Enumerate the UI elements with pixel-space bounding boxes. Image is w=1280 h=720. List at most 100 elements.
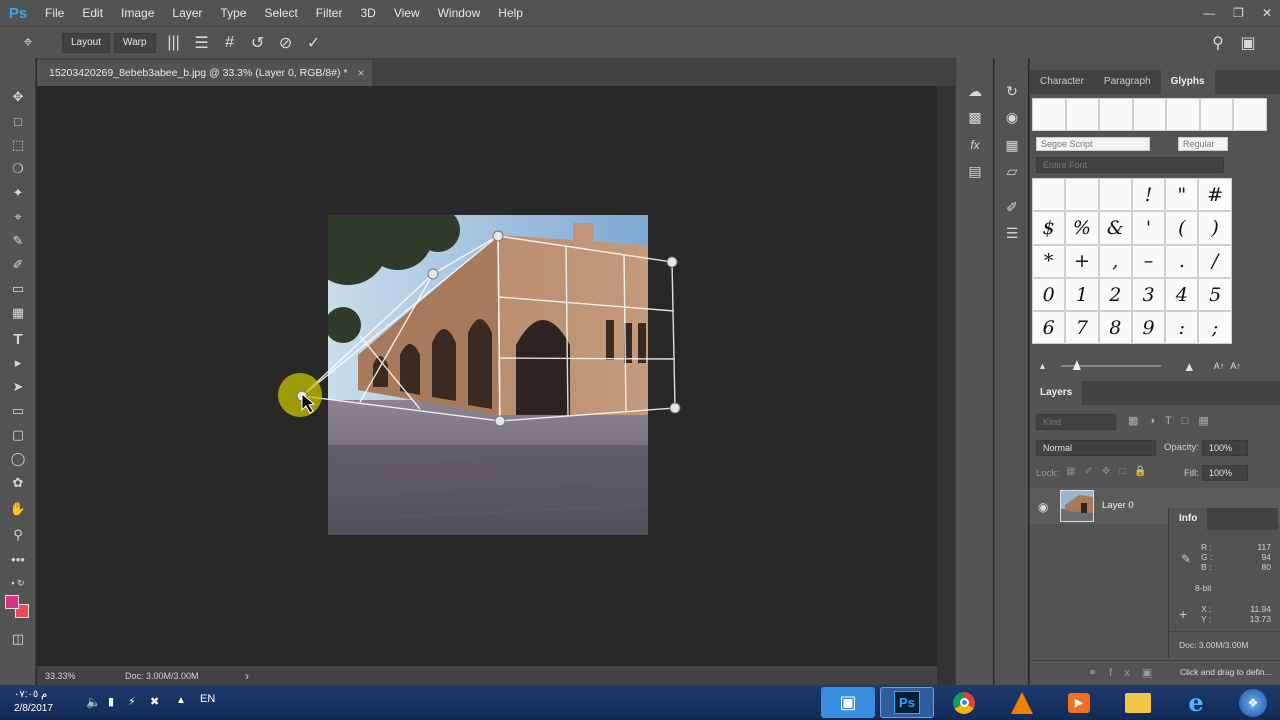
recent-glyph-slot[interactable] — [1065, 98, 1099, 132]
opacity-field[interactable]: 100% — [1202, 440, 1248, 456]
glyph-cell[interactable]: 7 — [1065, 311, 1099, 345]
layer-filter-icons[interactable]: ▩◑T□▦ — [1128, 414, 1219, 427]
recent-glyph-slot[interactable] — [1166, 98, 1200, 132]
glyph-option-icon[interactable]: A↑ — [1230, 361, 1241, 371]
glyph-cell[interactable]: ; — [1198, 311, 1232, 345]
clock[interactable]: م ٠٧:٠٥ 2/8/2017 — [14, 688, 53, 716]
signal-icon[interactable]: ▮ — [108, 695, 114, 708]
eyedropper-readout-icon: ✎ — [1181, 552, 1192, 566]
glyph-cell[interactable]: * — [1032, 244, 1066, 278]
foreground-color-swatch[interactable] — [5, 595, 19, 609]
perspective-handle[interactable] — [494, 415, 506, 427]
swatches-icon[interactable]: ▦ — [1000, 134, 1024, 156]
glyph-cell[interactable]: ! — [1131, 178, 1166, 212]
glyph-cell[interactable] — [1098, 178, 1132, 212]
taskbar-vlc[interactable] — [995, 687, 1049, 718]
glyph-cell[interactable]: : — [1165, 311, 1199, 345]
blend-mode-select[interactable]: Normal — [1036, 440, 1156, 456]
glyph-cell[interactable]: # — [1198, 178, 1232, 212]
glyph-cell[interactable]: – — [1131, 244, 1166, 278]
glyph-cell[interactable]: $ — [1032, 211, 1066, 245]
fill-field[interactable]: 100% — [1202, 465, 1248, 481]
power-icon[interactable]: ⚡ — [128, 695, 136, 708]
volume-icon[interactable]: 🔈 — [86, 695, 101, 709]
restore-icon[interactable]: ❐ — [1233, 6, 1244, 20]
glyph-cell[interactable]: , — [1098, 244, 1132, 278]
libraries-icon[interactable]: ☁ — [963, 80, 987, 102]
brush-presets-icon[interactable]: ✐ — [1000, 196, 1024, 218]
glyph-cell[interactable]: 0 — [1032, 277, 1066, 312]
glyph-cell[interactable]: ) — [1198, 211, 1232, 245]
workspace-icon[interactable]: ▣ — [1234, 32, 1262, 54]
color-icon[interactable]: ◉ — [1000, 106, 1024, 128]
font-style-field[interactable]: Regular — [1178, 137, 1228, 151]
language-indicator[interactable]: EN — [200, 693, 215, 705]
slider-thumb[interactable] — [1072, 360, 1081, 370]
taskbar-chrome[interactable] — [937, 687, 991, 718]
layer-filter-kind[interactable]: Kind — [1036, 414, 1116, 430]
status-arrow-icon[interactable]: › — [245, 669, 249, 683]
tray-expand-icon[interactable]: ▲ — [176, 695, 186, 706]
glyph-cell[interactable]: / — [1198, 244, 1232, 278]
lock-icons[interactable]: ▦✐✥□🔒 — [1066, 466, 1156, 477]
start-button[interactable]: ❖ — [1228, 687, 1278, 718]
taskbar-screen-capture[interactable]: ▣ — [821, 687, 875, 718]
tab-glyphs[interactable]: Glyphs — [1160, 70, 1215, 94]
glyph-set-select[interactable]: Entire Font — [1036, 157, 1224, 173]
glyph-cell[interactable]: . — [1165, 244, 1199, 278]
large-glyph-icon[interactable]: ▲ — [1183, 359, 1196, 374]
layer-name[interactable]: Layer 0 — [1102, 500, 1134, 511]
history-icon[interactable]: ↻ — [1000, 80, 1024, 102]
glyph-cell[interactable]: 6 — [1032, 311, 1066, 345]
minimize-icon[interactable]: — — [1203, 6, 1215, 20]
taskbar-explorer[interactable] — [1111, 687, 1165, 718]
tab-layers[interactable]: Layers — [1030, 381, 1083, 405]
perspective-handle[interactable] — [669, 402, 681, 414]
adjustments-icon[interactable]: ▩ — [963, 106, 987, 128]
search-icon[interactable]: ⚲ — [1204, 32, 1232, 54]
glyph-cell[interactable] — [1032, 178, 1066, 212]
perspective-handle[interactable] — [427, 268, 439, 280]
glyph-cell[interactable]: & — [1098, 211, 1132, 245]
tab-info[interactable]: Info — [1169, 508, 1208, 530]
font-family-field[interactable]: Segoe Script — [1036, 137, 1150, 151]
taskbar-photoshop[interactable]: Ps — [880, 687, 934, 718]
glyph-cell[interactable]: + — [1065, 244, 1099, 278]
perspective-grid-overlay[interactable] — [0, 0, 940, 666]
glyph-cell[interactable] — [1065, 178, 1099, 212]
taskbar-ie[interactable]: e — [1169, 687, 1223, 718]
glyph-cell[interactable]: ' — [1131, 211, 1166, 245]
glyph-option-icon[interactable]: A↑ — [1214, 361, 1225, 371]
perspective-handle[interactable] — [492, 230, 504, 242]
zoom-level[interactable]: 33.33% — [45, 671, 125, 681]
paths-icon[interactable]: ▱ — [1000, 160, 1024, 182]
glyph-cell[interactable]: ( — [1165, 211, 1199, 245]
network-icon[interactable]: ✖ — [150, 695, 159, 708]
recent-glyph-slot[interactable] — [1199, 98, 1233, 132]
tab-paragraph[interactable]: Paragraph — [1094, 70, 1161, 94]
eye-icon[interactable]: ◉ — [1038, 500, 1048, 514]
glyph-cell[interactable]: 4 — [1165, 277, 1199, 312]
close-icon[interactable]: ✕ — [1262, 6, 1272, 20]
styles-icon[interactable]: fx — [963, 134, 987, 156]
recent-glyph-slot[interactable] — [1132, 98, 1166, 132]
glyph-cell[interactable]: 2 — [1098, 277, 1132, 312]
tool-presets-icon[interactable]: ☰ — [1000, 222, 1024, 244]
recent-glyph-slot[interactable] — [1099, 98, 1133, 132]
taskbar-media-player[interactable]: ▶ — [1052, 687, 1106, 718]
tab-character[interactable]: Character — [1030, 70, 1094, 94]
layers-footer-icons[interactable]: ⚭fx▣ — [1088, 666, 1164, 679]
perspective-handle[interactable] — [666, 256, 678, 268]
glyph-cell[interactable]: 9 — [1131, 311, 1166, 345]
glyph-cell[interactable]: " — [1165, 178, 1199, 212]
recent-glyph-slot[interactable] — [1032, 98, 1066, 132]
glyph-cell[interactable]: 3 — [1131, 277, 1166, 312]
glyph-cell[interactable]: % — [1065, 211, 1099, 245]
glyph-cell[interactable]: 8 — [1098, 311, 1132, 345]
recent-glyph-slot[interactable] — [1233, 98, 1267, 132]
properties-icon[interactable]: ▤ — [963, 160, 987, 182]
small-glyph-icon[interactable]: ▲ — [1038, 361, 1047, 371]
glyph-cell[interactable]: 5 — [1198, 277, 1232, 312]
glyph-cell[interactable]: 1 — [1065, 277, 1099, 312]
glyph-size-slider[interactable] — [1060, 360, 1161, 370]
